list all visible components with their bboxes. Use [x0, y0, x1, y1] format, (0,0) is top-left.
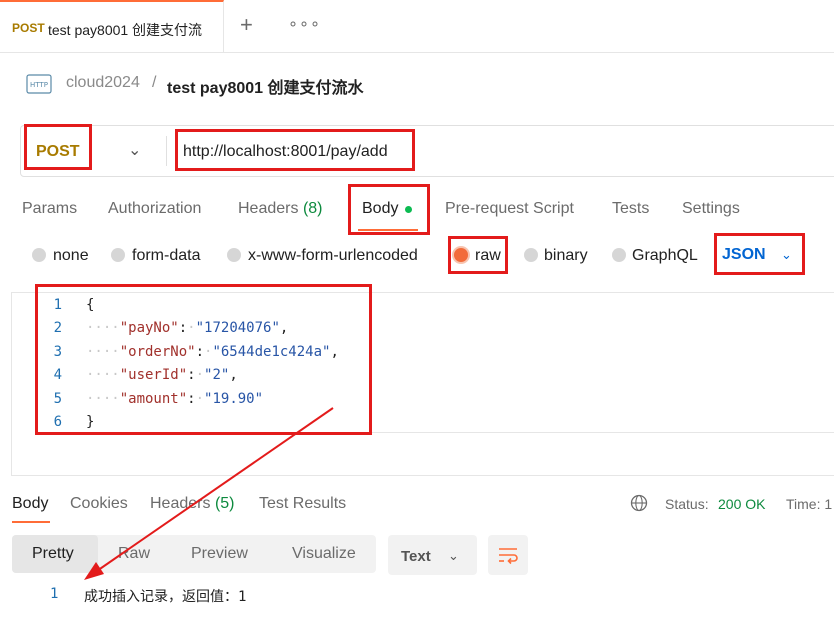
annotation-box-json	[714, 233, 805, 275]
tab-params[interactable]: Params	[22, 200, 77, 218]
request-tab[interactable]: POST test pay8001 创建支付流	[0, 0, 224, 52]
svg-text:HTTP: HTTP	[30, 81, 48, 89]
chevron-down-icon[interactable]: ⌄	[448, 548, 459, 564]
time-label: Time: 1	[786, 496, 833, 512]
plus-icon[interactable]: +	[240, 12, 253, 38]
status-label: Status:	[665, 496, 709, 512]
breadcrumb-separator: /	[152, 74, 157, 91]
radio-none-label[interactable]: none	[53, 247, 89, 265]
response-tab-body[interactable]: Body	[12, 495, 48, 513]
url-bar	[20, 125, 834, 177]
radio-urlencoded-label[interactable]: x-www-form-urlencoded	[248, 247, 418, 265]
more-icon[interactable]: ∘∘∘	[288, 14, 321, 34]
tab-method: POST	[12, 21, 45, 35]
globe-icon[interactable]	[630, 494, 648, 512]
page-title[interactable]: test pay8001 创建支付流水	[167, 74, 364, 98]
format-visualize[interactable]: Visualize	[292, 545, 356, 563]
response-line-number: 1	[50, 586, 59, 602]
tab-name: test pay8001 创建支付流	[48, 22, 203, 38]
annotation-box-url	[175, 129, 415, 171]
http-icon: HTTP	[26, 74, 52, 94]
tab-authorization[interactable]: Authorization	[108, 200, 201, 218]
tab-headers-count: (8)	[302, 200, 323, 217]
radio-form-data-label[interactable]: form-data	[132, 247, 200, 265]
response-tab-underline	[12, 521, 50, 523]
radio-form-data[interactable]	[111, 248, 125, 262]
status-value: 200 OK	[718, 496, 766, 512]
radio-none[interactable]	[32, 248, 46, 262]
tab-settings[interactable]: Settings	[682, 200, 740, 218]
response-tab-headers[interactable]: Headers (5)	[150, 495, 235, 513]
radio-graphql[interactable]	[612, 248, 626, 262]
format-raw[interactable]: Raw	[118, 545, 150, 563]
format-pretty[interactable]: Pretty	[32, 545, 74, 563]
wrap-lines-icon	[499, 548, 518, 565]
tab-headers-label: Headers	[238, 200, 299, 217]
response-tab-headers-count: (5)	[214, 495, 235, 512]
url-divider	[166, 136, 167, 166]
format-preview[interactable]: Preview	[191, 545, 248, 563]
radio-binary-label[interactable]: binary	[544, 247, 588, 265]
radio-urlencoded[interactable]	[227, 248, 241, 262]
radio-binary[interactable]	[524, 248, 538, 262]
tab-tests[interactable]: Tests	[612, 200, 649, 218]
annotation-box-body	[348, 184, 430, 235]
radio-graphql-label[interactable]: GraphQL	[632, 247, 698, 265]
tab-prerequest-script[interactable]: Pre-request Script	[445, 200, 574, 218]
breadcrumb-collection[interactable]: cloud2024	[66, 74, 140, 92]
chevron-down-icon[interactable]: ⌄	[128, 140, 141, 160]
wrap-lines-button[interactable]	[488, 535, 528, 575]
annotation-box-method	[24, 124, 92, 170]
response-type-label[interactable]: Text	[401, 548, 431, 565]
response-body-text: 成功插入记录，返回值：1	[84, 589, 247, 605]
annotation-box-raw	[448, 236, 508, 274]
editor-divider	[372, 432, 834, 433]
response-tab-cookies[interactable]: Cookies	[70, 495, 128, 513]
annotation-box-code	[35, 284, 372, 435]
response-tab-test-results[interactable]: Test Results	[259, 495, 346, 513]
tab-headers[interactable]: Headers (8)	[238, 200, 323, 218]
response-tab-headers-label: Headers	[150, 495, 211, 512]
